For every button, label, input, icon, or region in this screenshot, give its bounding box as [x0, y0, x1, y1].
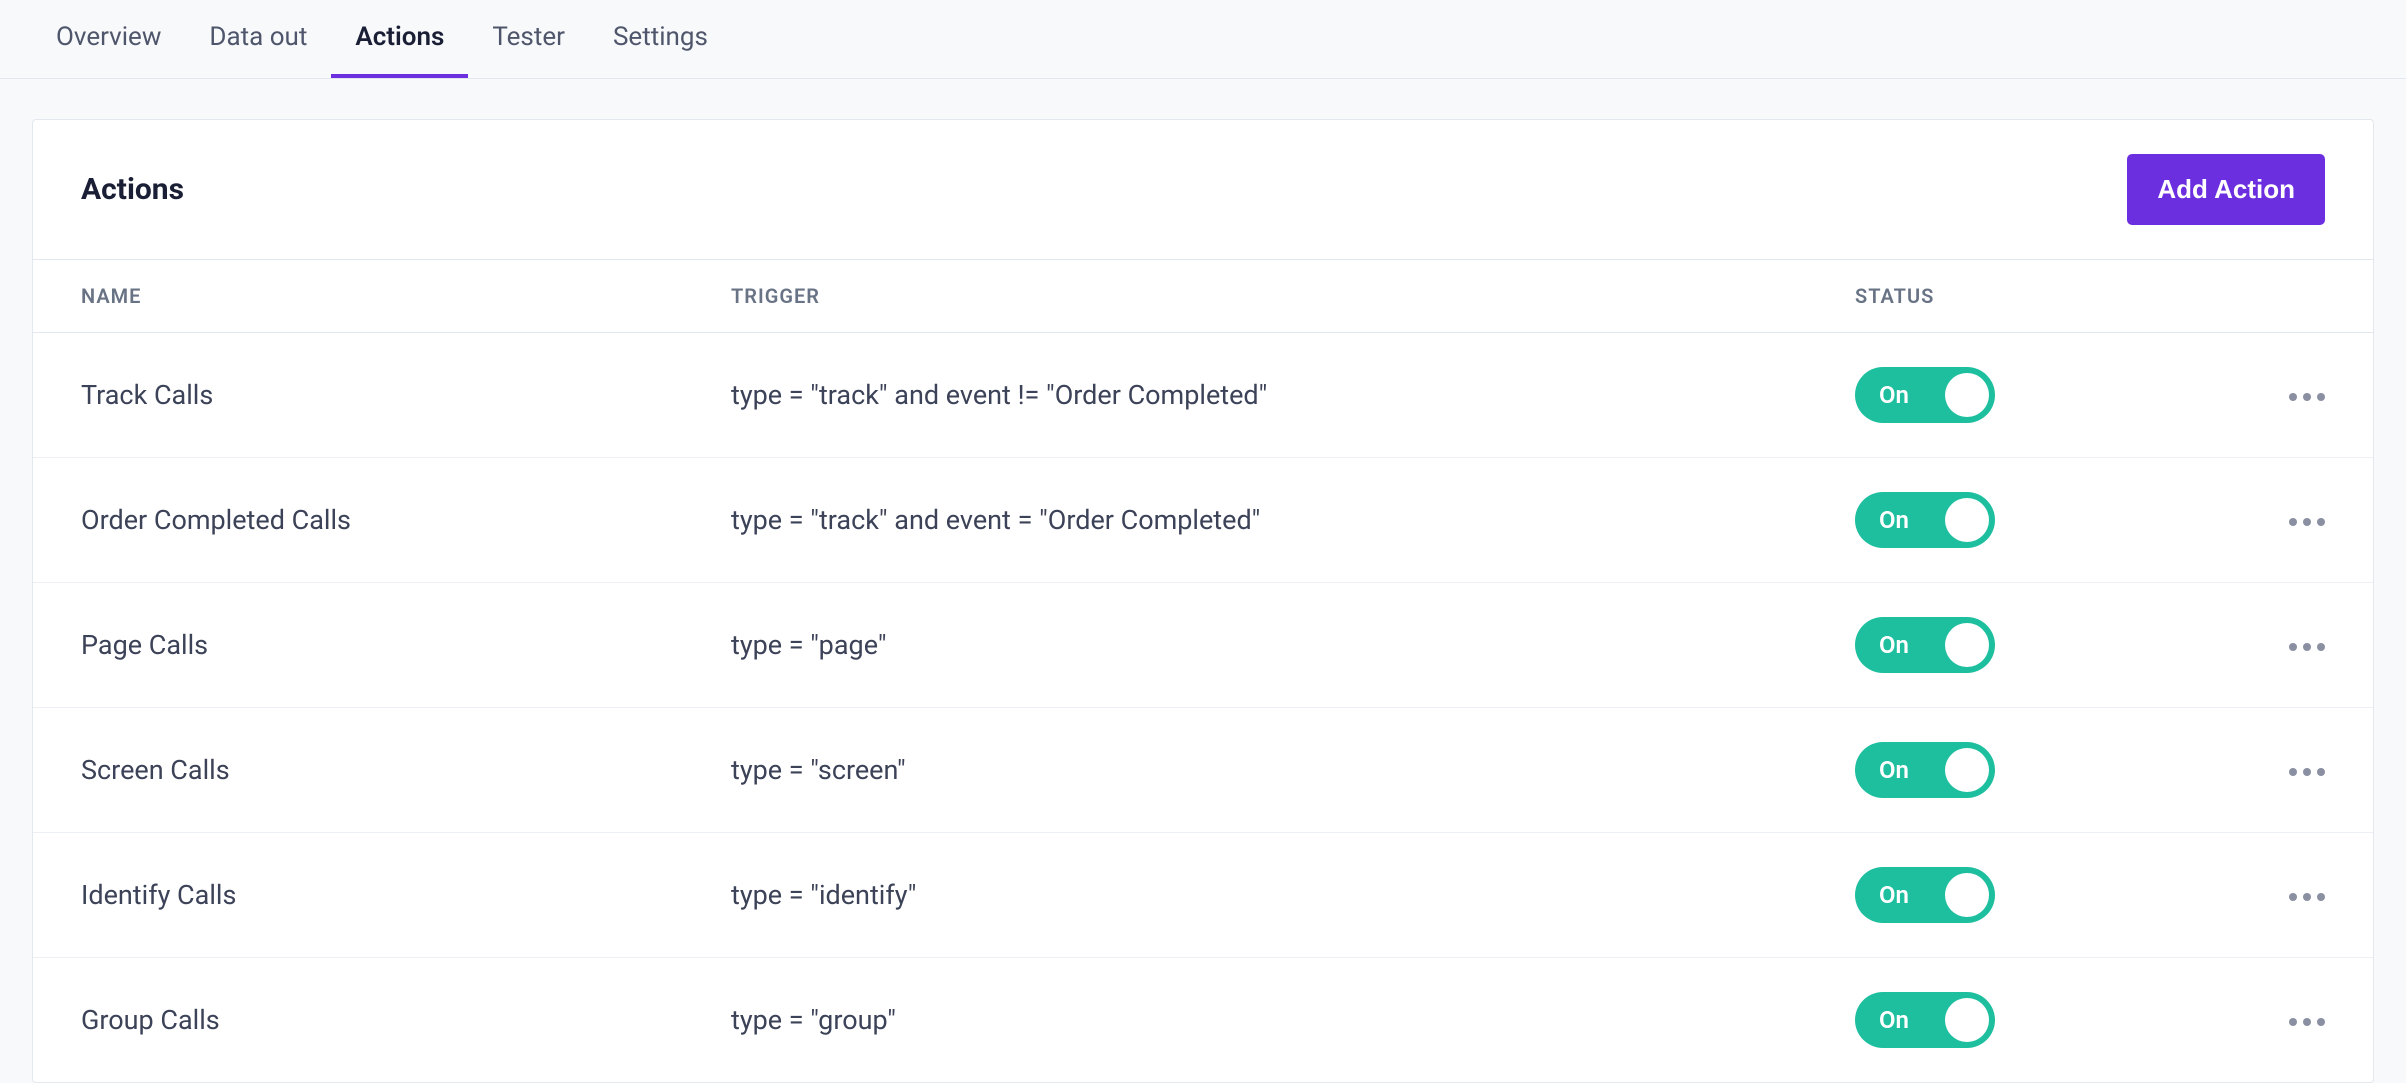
action-trigger: type = "identify" — [731, 879, 1855, 911]
toggle-label: On — [1879, 381, 1909, 409]
table-row: Screen Calls type = "screen" On — [33, 708, 2373, 833]
tab-tester[interactable]: Tester — [468, 0, 589, 78]
column-header-status: STATUS — [1855, 284, 2255, 308]
more-icon[interactable] — [2255, 643, 2325, 651]
action-name: Screen Calls — [81, 754, 731, 786]
more-icon[interactable] — [2255, 768, 2325, 776]
tab-bar: Overview Data out Actions Tester Setting… — [0, 0, 2406, 79]
action-name: Group Calls — [81, 1004, 731, 1036]
action-trigger: type = "screen" — [731, 754, 1855, 786]
tab-actions[interactable]: Actions — [331, 0, 468, 78]
more-icon[interactable] — [2255, 1018, 2325, 1026]
table-row: Group Calls type = "group" On — [33, 958, 2373, 1082]
toggle-label: On — [1879, 881, 1909, 909]
action-trigger: type = "group" — [731, 1004, 1855, 1036]
more-icon[interactable] — [2255, 518, 2325, 526]
action-trigger: type = "track" and event = "Order Comple… — [731, 504, 1855, 536]
table-row: Identify Calls type = "identify" On — [33, 833, 2373, 958]
table-row: Track Calls type = "track" and event != … — [33, 333, 2373, 458]
more-icon[interactable] — [2255, 893, 2325, 901]
toggle-label: On — [1879, 1006, 1909, 1034]
status-toggle[interactable]: On — [1855, 867, 1995, 923]
tab-overview[interactable]: Overview — [32, 0, 185, 78]
action-trigger: type = "track" and event != "Order Compl… — [731, 379, 1855, 411]
status-toggle[interactable]: On — [1855, 367, 1995, 423]
toggle-knob — [1945, 748, 1989, 792]
tab-settings[interactable]: Settings — [589, 0, 732, 78]
action-name: Order Completed Calls — [81, 504, 731, 536]
tab-data-out[interactable]: Data out — [185, 0, 331, 78]
card-header: Actions Add Action — [33, 120, 2373, 260]
action-name: Identify Calls — [81, 879, 731, 911]
toggle-label: On — [1879, 506, 1909, 534]
toggle-knob — [1945, 373, 1989, 417]
toggle-knob — [1945, 498, 1989, 542]
action-name: Page Calls — [81, 629, 731, 661]
toggle-knob — [1945, 623, 1989, 667]
add-action-button[interactable]: Add Action — [2127, 154, 2325, 225]
status-toggle[interactable]: On — [1855, 742, 1995, 798]
action-trigger: type = "page" — [731, 629, 1855, 661]
actions-card: Actions Add Action NAME TRIGGER STATUS T… — [32, 119, 2374, 1083]
more-icon[interactable] — [2255, 393, 2325, 401]
status-toggle[interactable]: On — [1855, 492, 1995, 548]
toggle-label: On — [1879, 756, 1909, 784]
column-header-trigger: TRIGGER — [731, 284, 1855, 308]
table-row: Page Calls type = "page" On — [33, 583, 2373, 708]
status-toggle[interactable]: On — [1855, 617, 1995, 673]
toggle-knob — [1945, 998, 1989, 1042]
toggle-knob — [1945, 873, 1989, 917]
card-title: Actions — [81, 172, 184, 207]
toggle-label: On — [1879, 631, 1909, 659]
table-row: Order Completed Calls type = "track" and… — [33, 458, 2373, 583]
column-header-name: NAME — [81, 284, 731, 308]
table-header-row: NAME TRIGGER STATUS — [33, 260, 2373, 333]
action-name: Track Calls — [81, 379, 731, 411]
